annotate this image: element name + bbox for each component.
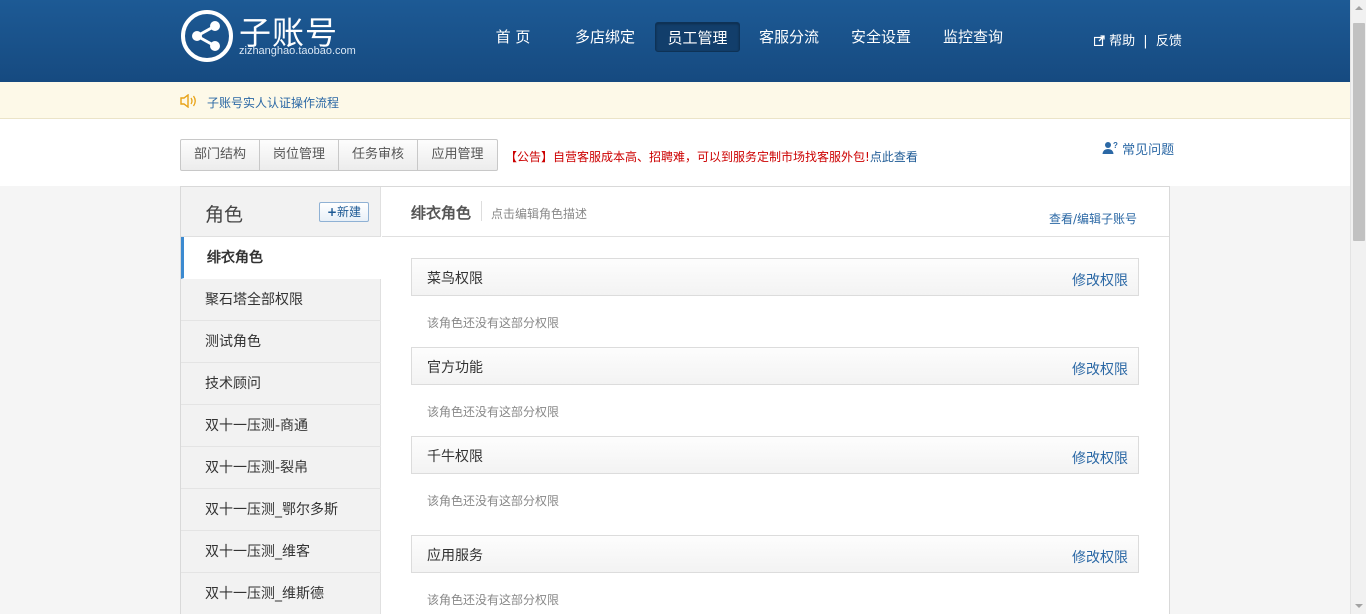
user-question-icon: ? bbox=[1102, 141, 1122, 158]
edit-permission-link[interactable]: 修改权限 bbox=[1072, 359, 1128, 379]
nav-staff-management[interactable]: 员工管理 bbox=[655, 22, 740, 52]
help-link[interactable]: 帮助 bbox=[1109, 34, 1135, 49]
tab-department-structure[interactable]: 部门结构 bbox=[181, 140, 260, 170]
sidebar-item-role[interactable]: 技术顾问 bbox=[181, 363, 381, 405]
notice-bar: 子账号实人认证操作流程 bbox=[0, 82, 1350, 119]
tab-position-management[interactable]: 岗位管理 bbox=[260, 140, 339, 170]
role-description-edit[interactable]: 点击编辑角色描述 bbox=[491, 205, 587, 222]
plus-icon: + bbox=[326, 205, 338, 219]
scrollbar-thumb[interactable] bbox=[1353, 23, 1365, 241]
sidebar-item-role[interactable]: 双十一压测-商通 bbox=[181, 405, 381, 447]
sidebar-title: 角色 bbox=[205, 204, 244, 226]
permission-title: 菜鸟权限 bbox=[427, 271, 483, 287]
page-scrollbar[interactable] bbox=[1350, 0, 1366, 614]
permission-title: 千牛权限 bbox=[427, 449, 483, 465]
view-edit-subaccounts-link[interactable]: 查看/编辑子账号 bbox=[1049, 210, 1137, 227]
sidebar-item-role[interactable]: 测试角色 bbox=[181, 321, 381, 363]
role-name: 绯衣角色 bbox=[411, 204, 472, 222]
feedback-link[interactable]: 反馈 bbox=[1156, 34, 1182, 49]
logo-subtitle: zizhanghao.taobao.com bbox=[239, 45, 356, 57]
permission-empty-text: 该角色还没有这部分权限 bbox=[427, 405, 560, 419]
nav-security-settings[interactable]: 安全设置 bbox=[843, 22, 919, 52]
subtab-area: 部门结构 岗位管理 任务审核 应用管理 【公告】自营客服成本高、招聘难，可以到服… bbox=[0, 119, 1350, 186]
external-link-icon bbox=[1093, 34, 1109, 49]
help-separator: | bbox=[1143, 34, 1148, 49]
permission-title: 应用服务 bbox=[427, 548, 483, 564]
tab-task-review[interactable]: 任务审核 bbox=[339, 140, 418, 170]
notice-link[interactable]: 子账号实人认证操作流程 bbox=[207, 94, 339, 111]
scroll-down-arrow-icon[interactable] bbox=[1351, 597, 1366, 614]
edit-permission-link[interactable]: 修改权限 bbox=[1072, 547, 1128, 567]
nav-monitor-query[interactable]: 监控查询 bbox=[935, 22, 1011, 52]
announcement-link[interactable]: 点此查看 bbox=[870, 150, 918, 164]
scroll-up-arrow-icon[interactable] bbox=[1351, 0, 1366, 17]
svg-text:?: ? bbox=[1113, 141, 1118, 150]
permission-title: 官方功能 bbox=[427, 360, 483, 376]
permission-empty-text: 该角色还没有这部分权限 bbox=[427, 316, 560, 330]
sidebar-item-role[interactable]: 双十一压测_维客 bbox=[181, 531, 381, 573]
permission-section: 官方功能 修改权限 bbox=[411, 347, 1139, 385]
permission-empty-text: 该角色还没有这部分权限 bbox=[427, 593, 560, 607]
help-links: 帮助 | 反馈 bbox=[1093, 30, 1182, 49]
role-panel: 角色 +新建 绯衣角色 聚石塔全部权限 测试角色 技术顾问 双十一压测-商通 双… bbox=[180, 186, 1170, 614]
sidebar-item-role[interactable]: 聚石塔全部权限 bbox=[181, 279, 381, 321]
top-header: 子账号 zizhanghao.taobao.com 首 页 多店绑定 员工管理 … bbox=[0, 0, 1350, 82]
nav-home[interactable]: 首 页 bbox=[483, 22, 543, 52]
role-detail: 绯衣角色 点击编辑角色描述 查看/编辑子账号 菜鸟权限 修改权限 该角色还没有这… bbox=[382, 187, 1169, 614]
edit-permission-link[interactable]: 修改权限 bbox=[1072, 270, 1128, 290]
tab-app-management[interactable]: 应用管理 bbox=[418, 140, 497, 170]
nav-multi-store[interactable]: 多店绑定 bbox=[567, 22, 643, 52]
new-role-button[interactable]: +新建 bbox=[319, 202, 369, 222]
speaker-icon bbox=[180, 93, 198, 112]
announcement-text: 【公告】自营客服成本高、招聘难，可以到服务定制市场找客服外包! bbox=[505, 150, 870, 164]
new-role-label: 新建 bbox=[337, 205, 362, 219]
header-divider bbox=[481, 201, 482, 221]
role-detail-header: 绯衣角色 点击编辑角色描述 查看/编辑子账号 bbox=[382, 187, 1169, 237]
sidebar-item-role[interactable]: 绯衣角色 bbox=[181, 237, 382, 279]
permission-section: 应用服务 修改权限 bbox=[411, 535, 1139, 573]
role-sidebar: 角色 +新建 绯衣角色 聚石塔全部权限 测试角色 技术顾问 双十一压测-商通 双… bbox=[181, 187, 382, 614]
sidebar-item-role[interactable]: 双十一压测_鄂尔多斯 bbox=[181, 489, 381, 531]
sidebar-item-role[interactable]: 双十一压测_维斯德 bbox=[181, 573, 381, 614]
logo[interactable]: 子账号 zizhanghao.taobao.com bbox=[181, 10, 381, 70]
subtab-group: 部门结构 岗位管理 任务审核 应用管理 bbox=[180, 139, 498, 171]
edit-permission-link[interactable]: 修改权限 bbox=[1072, 448, 1128, 468]
announcement: 【公告】自营客服成本高、招聘难，可以到服务定制市场找客服外包!点此查看 bbox=[505, 148, 918, 165]
permission-empty-text: 该角色还没有这部分权限 bbox=[427, 494, 560, 508]
share-network-icon bbox=[181, 10, 233, 62]
nav-customer-service[interactable]: 客服分流 bbox=[751, 22, 827, 52]
permission-section: 菜鸟权限 修改权限 bbox=[411, 258, 1139, 296]
sidebar-item-role[interactable]: 双十一压测-裂帛 bbox=[181, 447, 381, 489]
sidebar-header: 角色 +新建 bbox=[181, 187, 381, 237]
faq-label: 常见问题 bbox=[1122, 143, 1175, 158]
faq-link[interactable]: ? 常见问题 bbox=[1102, 139, 1174, 158]
permission-section: 千牛权限 修改权限 bbox=[411, 436, 1139, 474]
